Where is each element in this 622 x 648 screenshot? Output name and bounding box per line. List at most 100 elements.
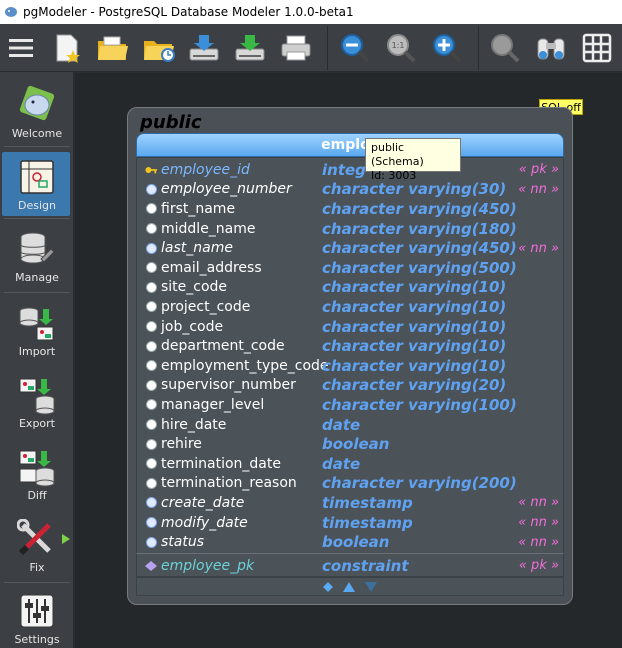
table-row[interactable]: termination_date date [137, 454, 565, 474]
zoom-reset-icon[interactable]: 1:1 [380, 26, 422, 70]
find-icon[interactable] [530, 26, 572, 70]
sidebar-item-label: Diff [27, 489, 47, 502]
collapse-icon[interactable] [323, 581, 333, 592]
table-row[interactable]: termination_reason character varying(200) [137, 474, 565, 494]
column-icon [145, 399, 157, 411]
sidebar: Welcome Design Manage Import Export Diff… [0, 72, 74, 648]
column-icon [145, 321, 157, 333]
overview-icon[interactable] [485, 26, 527, 70]
column-type: character varying(20) [322, 376, 507, 395]
sidebar-item-import[interactable]: Import [0, 294, 74, 362]
table-row[interactable]: email_address character varying(500) [137, 258, 565, 278]
column-constraint: « nn » [518, 534, 559, 550]
column-type: integ [322, 160, 366, 179]
column-name: supervisor_number [161, 377, 296, 394]
print-icon[interactable] [275, 26, 317, 70]
page-up-icon[interactable] [343, 581, 355, 592]
column-icon [145, 497, 157, 509]
table-row[interactable]: modify_date timestamp « nn » [137, 513, 565, 533]
wrench-icon [17, 519, 51, 556]
column-icon [145, 419, 157, 431]
column-icon [145, 301, 157, 313]
table-row[interactable]: supervisor_number character varying(20) [137, 376, 565, 396]
table-row[interactable]: hire_date date [137, 415, 565, 435]
table-row[interactable]: manager_level character varying(100) [137, 395, 565, 415]
column-type: character varying(10) [322, 278, 507, 297]
column-icon [145, 262, 157, 274]
column-name: create_date [161, 494, 245, 511]
table-row[interactable]: status boolean « nn » [137, 532, 565, 552]
sidebar-item-fix[interactable]: Fix [0, 510, 74, 578]
column-type: character varying(450) [322, 199, 517, 218]
recent-icon[interactable] [138, 26, 180, 70]
column-type: character varying(450) [322, 239, 517, 258]
menu-icon[interactable] [0, 26, 42, 70]
column-constraint: « nn » [518, 495, 559, 511]
column-icon [145, 517, 157, 529]
table-row[interactable]: employee_id integ « pk » [137, 160, 565, 180]
column-type: timestamp [322, 493, 413, 512]
column-icon [145, 242, 157, 254]
sidebar-item-diff[interactable]: Diff [0, 438, 74, 506]
table-row[interactable]: last_name character varying(450) « nn » [137, 238, 565, 258]
grid-icon[interactable] [576, 26, 618, 70]
column-icon [145, 360, 157, 372]
sidebar-item-label: Import [18, 345, 56, 358]
constraint-kind: « pk » [518, 558, 559, 574]
svg-text:1:1: 1:1 [391, 41, 404, 50]
new-model-icon[interactable] [46, 26, 88, 70]
column-type: character varying(180) [322, 219, 517, 238]
zoom-out-icon[interactable] [334, 26, 376, 70]
schema-tooltip: public (Schema) Id: 3003 [365, 138, 461, 182]
sidebar-item-label: Fix [29, 561, 45, 574]
diff-icon [19, 450, 55, 487]
open-icon[interactable] [92, 26, 134, 70]
column-name: manager_level [161, 396, 265, 413]
table-row[interactable]: project_code character varying(10) [137, 297, 565, 317]
column-type: character varying(100) [322, 395, 517, 414]
toolbar-separator [477, 25, 479, 70]
save-icon[interactable] [183, 26, 225, 70]
sidebar-item-settings[interactable]: Settings [0, 582, 74, 648]
column-icon [145, 379, 157, 391]
column-type: character varying(30) [322, 180, 507, 199]
design-icon [20, 160, 54, 194]
table-row[interactable]: employee_pk constraint « pk » [137, 556, 565, 576]
sliders-icon [20, 594, 54, 628]
table-row[interactable]: rehire boolean [137, 434, 565, 454]
import-icon [19, 307, 54, 341]
table-row[interactable]: first_name character varying(450) [137, 199, 565, 219]
sidebar-item-label: Design [18, 199, 56, 212]
toolbar-separator [327, 25, 328, 70]
table-employee[interactable]: employ employee_id integ « pk » employee_nu… [136, 133, 564, 596]
sidebar-item-design[interactable]: Design [0, 148, 74, 216]
table-header[interactable]: employ [136, 133, 564, 157]
column-type: date [322, 415, 361, 434]
sidebar-item-label: Settings [14, 633, 60, 646]
sidebar-separator [4, 146, 70, 147]
sidebar-item-manage[interactable]: Manage [0, 220, 74, 288]
save-as-icon[interactable] [229, 26, 271, 70]
column-icon [145, 223, 157, 235]
table-row[interactable]: create_date timestamp « nn » [137, 493, 565, 513]
table-row[interactable]: employee_number character varying(30) « nn… [137, 180, 565, 200]
expand-arrow-icon[interactable] [62, 534, 70, 544]
column-constraint: « nn » [518, 240, 559, 256]
page-down-icon[interactable] [365, 581, 377, 592]
table-row[interactable]: job_code character varying(10) [137, 317, 565, 337]
window-title: pgModeler - PostgreSQL Database Modeler … [23, 5, 354, 19]
column-name: job_code [161, 318, 224, 335]
sidebar-item-export[interactable]: Export [0, 366, 74, 434]
column-icon [145, 477, 157, 489]
column-type: date [322, 454, 361, 473]
column-name: termination_date [161, 455, 281, 472]
table-row[interactable]: middle_name character varying(180) [137, 219, 565, 239]
column-type: character varying(10) [322, 337, 507, 356]
zoom-in-icon[interactable] [426, 26, 468, 70]
table-row[interactable]: department_code character varying(10) [137, 336, 565, 356]
table-row[interactable]: employment_type_code character varying(10… [137, 356, 565, 376]
sidebar-item-welcome[interactable]: Welcome [0, 76, 74, 144]
table-row[interactable]: site_code character varying(10) [137, 278, 565, 298]
constraint-icon [145, 560, 157, 572]
tooltip-line-2: Id: 3003 [371, 169, 417, 182]
